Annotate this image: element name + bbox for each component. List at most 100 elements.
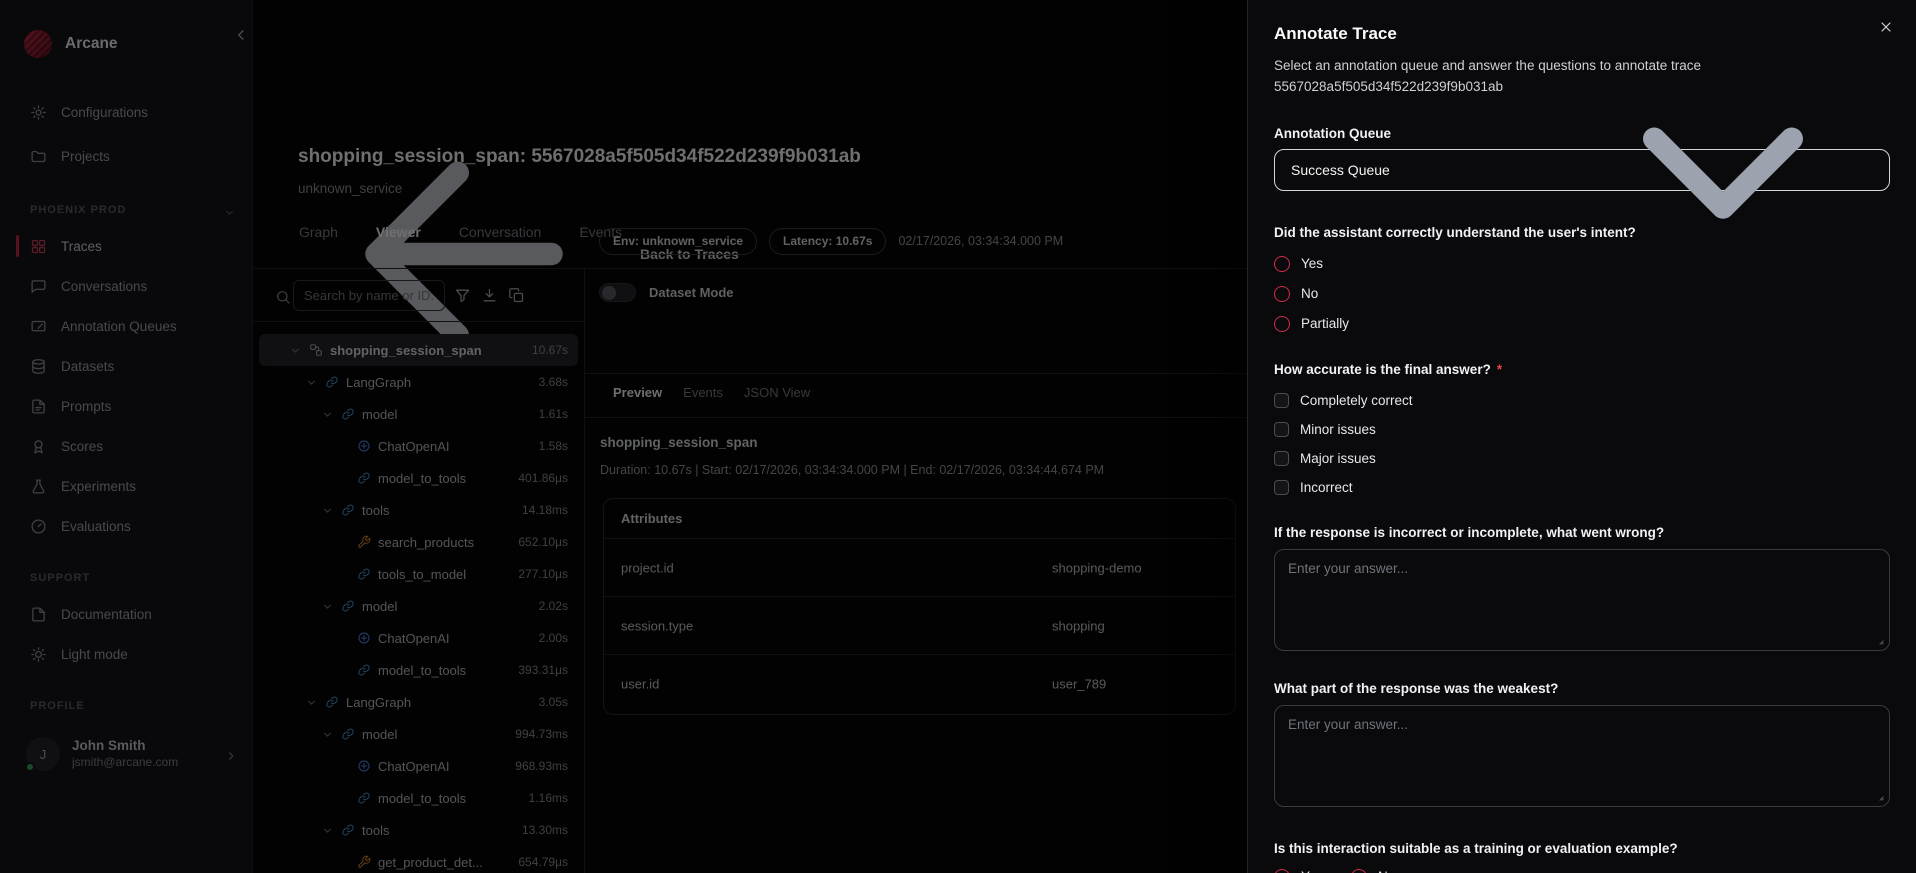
env-badge: Env: unknown_service: [599, 227, 758, 255]
sidebar-item-conversations[interactable]: Conversations: [0, 266, 252, 306]
details-tab-preview[interactable]: Preview: [613, 385, 662, 400]
checkbox-option-incorrect[interactable]: Incorrect: [1274, 479, 1890, 495]
span-label: model: [362, 598, 398, 614]
tab-viewer[interactable]: Viewer: [376, 224, 421, 240]
chevron-down-icon[interactable]: [305, 376, 318, 389]
checkbox-option-minor-issues[interactable]: Minor issues: [1274, 421, 1890, 437]
option-label: Minor issues: [1300, 421, 1376, 437]
tab-conversation[interactable]: Conversation: [459, 224, 542, 240]
checkbox-icon[interactable]: [1274, 450, 1289, 466]
tree-row-tools[interactable]: tools 13.30ms: [259, 814, 578, 846]
radio-option-no[interactable]: No: [1274, 285, 1890, 302]
annotate-trace-drawer: Annotate Trace Select an annotation queu…: [1247, 0, 1916, 873]
span-meta: Duration: 10.67s | Start: 02/17/2026, 03…: [600, 463, 1105, 477]
tree-row-shopping-session-span[interactable]: shopping_session_span 10.67s: [259, 334, 578, 366]
sidebar-item-traces[interactable]: Traces: [0, 226, 252, 266]
question-suitable: Is this interaction suitable as a traini…: [1274, 841, 1890, 873]
span-name: shopping_session_span: [600, 435, 758, 450]
workspace-section-header[interactable]: PHOENIX PROD: [0, 194, 252, 226]
attribute-value: shopping: [1052, 618, 1105, 633]
answer-textarea-went-wrong[interactable]: [1274, 548, 1890, 651]
radio-icon[interactable]: [1274, 285, 1290, 302]
dataset-mode-toggle[interactable]: [599, 283, 636, 302]
question-label-accuracy: How accurate is the final answer? *: [1274, 361, 1503, 377]
chevron-down-icon[interactable]: [321, 728, 334, 741]
checkbox-icon[interactable]: [1274, 421, 1289, 437]
span-duration: 654.79µs: [518, 855, 568, 869]
radio-option-yes[interactable]: Yes: [1274, 255, 1890, 272]
radio-option-partially[interactable]: Partially: [1274, 315, 1890, 332]
sidebar-item-configurations[interactable]: Configurations: [0, 90, 252, 134]
tree-row-model-to-tools[interactable]: model_to_tools 393.31µs: [259, 654, 578, 686]
tree-row-tools[interactable]: tools 14.18ms: [259, 494, 578, 526]
tree-row-model-to-tools[interactable]: model_to_tools 401.86µs: [259, 462, 578, 494]
tree-row-langgraph[interactable]: LangGraph 3.05s: [259, 686, 578, 718]
close-icon[interactable]: [1878, 18, 1894, 34]
sidebar: Arcane Configurations Projects PHOENIX PR…: [0, 0, 253, 873]
tree-row-tools-to-model[interactable]: tools_to_model 277.10µs: [259, 558, 578, 590]
sidebar-support-group: Documentation Light mode: [0, 594, 252, 674]
span-duration: 652.10µs: [518, 535, 568, 549]
tree-row-chatopenai[interactable]: ChatOpenAI 2.00s: [259, 622, 578, 654]
chevron-down-icon[interactable]: [305, 696, 318, 709]
sidebar-item-prompts[interactable]: Prompts: [0, 386, 252, 426]
link-icon: [358, 568, 370, 580]
sidebar-collapse-icon[interactable]: [232, 26, 250, 44]
tree-row-model[interactable]: model 994.73ms: [259, 718, 578, 750]
attributes-title: Attributes: [604, 499, 1235, 539]
page-title: shopping_session_span: 5567028a5f505d34f…: [298, 146, 861, 167]
sidebar-item-documentation[interactable]: Documentation: [0, 594, 252, 634]
checkbox-option-major-issues[interactable]: Major issues: [1274, 450, 1890, 466]
span-label: model: [362, 406, 398, 422]
download-icon[interactable]: [481, 287, 498, 304]
option-label: No: [1301, 286, 1319, 302]
annotation-queue-select[interactable]: Success Queue: [1274, 127, 1890, 219]
link-icon: [342, 824, 354, 836]
tree-row-search-products[interactable]: search_products 652.10µs: [259, 526, 578, 558]
sidebar-item-annotation-queues[interactable]: Annotation Queues: [0, 306, 252, 346]
span-label: ChatOpenAI: [378, 438, 450, 454]
sidebar-item-evaluations[interactable]: Evaluations: [0, 506, 252, 546]
tree-row-get-product-det[interactable]: get_product_det... 654.79µs: [259, 846, 578, 873]
chevron-down-icon[interactable]: [321, 408, 334, 421]
sidebar-item-light-mode[interactable]: Light mode: [0, 634, 252, 674]
sidebar-item-experiments[interactable]: Experiments: [0, 466, 252, 506]
tree-row-chatopenai[interactable]: ChatOpenAI 1.58s: [259, 430, 578, 462]
support-section-label: SUPPORT: [30, 572, 91, 584]
chevron-down-icon[interactable]: [321, 600, 334, 613]
copy-icon: [509, 288, 524, 303]
link-icon: [326, 696, 338, 708]
radio-option-yes[interactable]: Yes: [1274, 868, 1323, 873]
chevron-down-icon[interactable]: [321, 824, 334, 837]
chevron-down-icon[interactable]: [321, 504, 334, 517]
sidebar-item-datasets[interactable]: Datasets: [0, 346, 252, 386]
copy-icon[interactable]: [508, 287, 525, 304]
tree-row-chatopenai[interactable]: ChatOpenAI 968.93ms: [259, 750, 578, 782]
radio-icon[interactable]: [1351, 868, 1368, 873]
workflow-icon: [310, 344, 322, 356]
profile-menu-item[interactable]: J John Smith jsmith@arcane.com: [0, 722, 252, 778]
checkbox-option-completely-correct[interactable]: Completely correct: [1274, 392, 1890, 408]
sidebar-item-scores[interactable]: Scores: [0, 426, 252, 466]
link-icon: [342, 504, 354, 516]
sidebar-item-projects[interactable]: Projects: [0, 134, 252, 178]
tab-graph[interactable]: Graph: [299, 224, 338, 240]
tree-row-model[interactable]: model 2.02s: [259, 590, 578, 622]
tree-row-model[interactable]: model 1.61s: [259, 398, 578, 430]
checkbox-icon[interactable]: [1274, 479, 1289, 495]
details-tab-json-view[interactable]: JSON View: [744, 385, 810, 400]
tree-row-model-to-tools[interactable]: model_to_tools 1.16ms: [259, 782, 578, 814]
checkbox-icon[interactable]: [1274, 392, 1289, 408]
radio-icon[interactable]: [1274, 868, 1290, 873]
span-duration: 1.61s: [538, 407, 568, 421]
radio-icon[interactable]: [1274, 315, 1290, 332]
filter-icon[interactable]: [454, 287, 471, 304]
tree-row-langgraph[interactable]: LangGraph 3.68s: [259, 366, 578, 398]
search-input[interactable]: [293, 280, 445, 311]
chevron-down-icon[interactable]: [289, 344, 302, 357]
radio-option-no[interactable]: No: [1351, 868, 1395, 873]
answer-textarea-weakest[interactable]: [1274, 704, 1890, 807]
details-tab-events[interactable]: Events: [683, 385, 723, 400]
flask-icon: [32, 478, 45, 494]
radio-icon[interactable]: [1274, 255, 1290, 272]
